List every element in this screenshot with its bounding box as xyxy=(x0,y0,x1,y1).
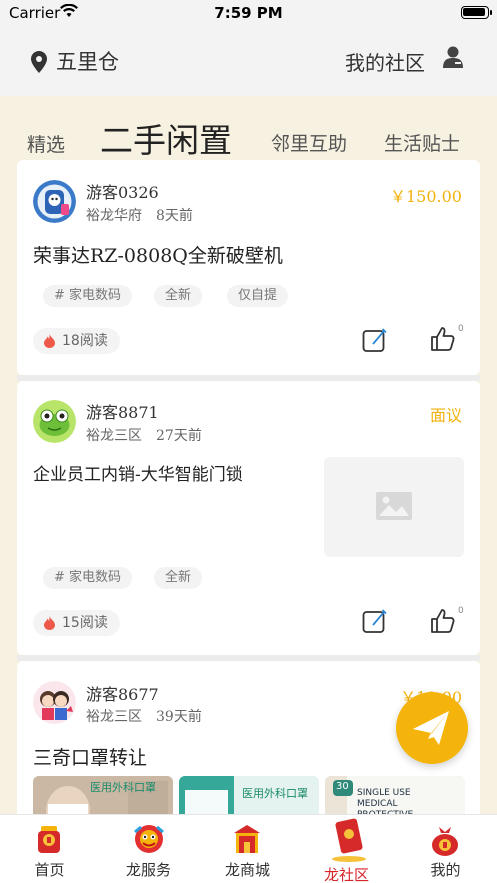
thumbs-up-icon[interactable] xyxy=(430,326,456,352)
username: 游客8871 xyxy=(86,403,159,422)
post-title[interactable]: 荣事达RZ-0808Q全新破壁机 xyxy=(33,241,283,268)
nav-label: 我的 xyxy=(430,861,461,879)
avatar[interactable] xyxy=(33,400,76,443)
post-time: 27天前 xyxy=(156,428,202,444)
post-card[interactable]: 游客0326 裕龙华府 8天前 ￥150.00 荣事达RZ-0808Q全新破壁机 … xyxy=(17,160,480,375)
tab-life-tips[interactable]: 生活贴士 xyxy=(384,129,460,156)
thumbs-up-icon[interactable] xyxy=(430,608,456,634)
like-count: 0 xyxy=(458,606,464,616)
lion-dance-icon xyxy=(134,825,164,853)
flame-icon xyxy=(44,334,55,348)
tag[interactable]: # 家电数码 xyxy=(43,285,133,307)
post-title[interactable]: 企业员工内销-大华智能门锁 xyxy=(33,460,243,485)
nav-label: 龙社区 xyxy=(323,866,369,883)
price-label: ￥150.00 xyxy=(390,187,462,206)
location-pin-icon[interactable] xyxy=(31,51,47,73)
category-tabs: 精选 二手闲置 邻里互助 生活贴士 xyxy=(0,96,497,160)
tag[interactable]: 仅自提 xyxy=(227,285,289,307)
bottom-tab-bar: 首页 龙服务 龙商城 龙社区 我的 xyxy=(0,814,497,883)
paper-plane-icon xyxy=(413,711,449,745)
post-meta: 裕龙三区 27天前 xyxy=(86,425,202,445)
top-header: 五里仓 我的社区 xyxy=(0,26,497,96)
image-caption: 医用外科口罩 xyxy=(90,781,156,794)
edit-icon[interactable] xyxy=(362,608,388,634)
post-meta: 裕龙华府 8天前 xyxy=(86,205,193,225)
money-bag-icon xyxy=(432,827,458,856)
avatar[interactable] xyxy=(33,180,76,223)
image-placeholder-icon xyxy=(376,492,412,520)
nav-label: 龙服务 xyxy=(125,861,171,879)
battery-icon xyxy=(461,6,492,19)
status-bar: Carrier 7:59 PM xyxy=(0,0,497,26)
post-location: 裕龙华府 xyxy=(86,208,142,224)
tag[interactable]: 全新 xyxy=(154,285,203,307)
pack-count-badge: 30 xyxy=(336,781,349,792)
view-count: 18阅读 xyxy=(62,333,108,349)
post-card[interactable]: 游客8871 裕龙三区 27天前 面议 企业员工内销-大华智能门锁 # 家电数码 … xyxy=(17,381,480,655)
username: 游客0326 xyxy=(86,183,159,202)
nav-label: 首页 xyxy=(34,861,65,879)
tab-second-hand[interactable]: 二手闲置 xyxy=(100,114,232,162)
nav-mall[interactable]: 龙商城 xyxy=(198,815,297,883)
location-label[interactable]: 五里仓 xyxy=(56,46,119,76)
post-title[interactable]: 三奇口罩转让 xyxy=(33,743,147,770)
avatar[interactable] xyxy=(33,681,76,724)
post-location: 裕龙三区 xyxy=(86,428,142,444)
avatar-image xyxy=(33,400,76,443)
shop-icon xyxy=(234,825,260,853)
nav-community[interactable]: 龙社区 xyxy=(297,815,396,883)
flame-icon xyxy=(44,616,55,630)
view-count: 15阅读 xyxy=(62,615,108,631)
like-count: 0 xyxy=(458,324,464,334)
nav-mine[interactable]: 我的 xyxy=(396,815,495,883)
my-community-link[interactable]: 我的社区 xyxy=(345,47,425,76)
price-label: 面议 xyxy=(429,406,462,425)
avatar-image xyxy=(33,681,76,724)
tag[interactable]: 全新 xyxy=(154,567,203,589)
tag[interactable]: # 家电数码 xyxy=(43,567,133,589)
image-caption: 医用外科口罩 xyxy=(242,787,308,800)
nav-label: 龙商城 xyxy=(224,861,270,879)
view-count-badge: 18阅读 xyxy=(33,328,120,354)
home-icon xyxy=(38,826,60,853)
post-time: 39天前 xyxy=(156,709,202,725)
tab-featured[interactable]: 精选 xyxy=(27,130,65,157)
nav-home[interactable]: 首页 xyxy=(0,815,99,883)
post-location: 裕龙三区 xyxy=(86,709,142,725)
avatar-image xyxy=(33,180,76,223)
post-meta: 裕龙三区 39天前 xyxy=(86,706,202,726)
user-icon[interactable] xyxy=(443,46,463,68)
view-count-badge: 15阅读 xyxy=(33,610,120,636)
username: 游客8677 xyxy=(86,685,159,704)
clock: 7:59 PM xyxy=(214,4,283,22)
tab-neighbor-help[interactable]: 邻里互助 xyxy=(271,129,347,156)
post-image[interactable] xyxy=(324,457,464,557)
new-post-button[interactable] xyxy=(396,692,468,764)
red-envelope-icon xyxy=(332,818,366,862)
post-time: 8天前 xyxy=(156,208,193,224)
edit-icon[interactable] xyxy=(362,327,388,353)
nav-services[interactable]: 龙服务 xyxy=(99,815,198,883)
